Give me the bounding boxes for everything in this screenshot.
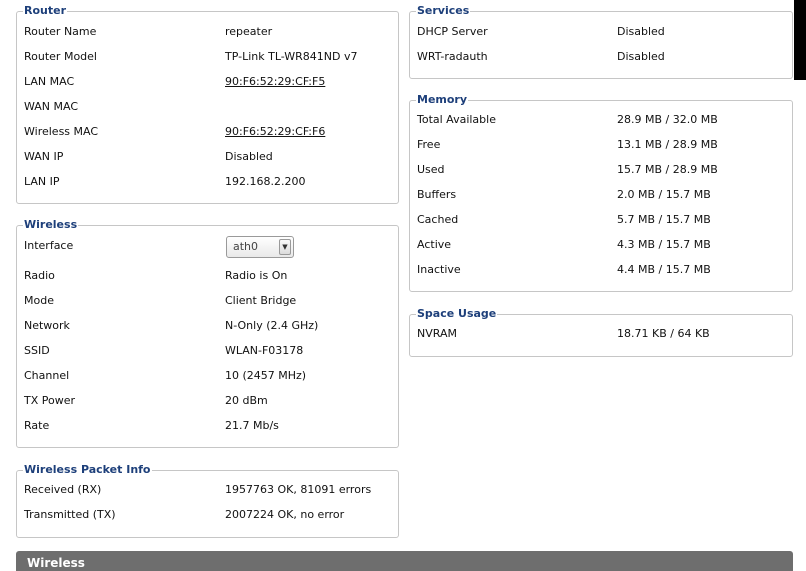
tx-power-value: 20 dBm: [225, 394, 268, 407]
router-row-wan-mac: WAN MAC: [17, 99, 398, 115]
services-legend: Services: [416, 3, 471, 19]
lan-ip-value: 192.168.2.200: [225, 175, 306, 188]
memory-row-buffers: Buffers 2.0 MB / 15.7 MB: [410, 187, 792, 203]
wireless-row-ssid: SSID WLAN-F03178: [17, 343, 398, 359]
network-label: Network: [24, 319, 70, 332]
free-label: Free: [417, 138, 441, 151]
channel-label: Channel: [24, 369, 70, 382]
memory-panel: Memory Total Available 28.9 MB / 32.0 MB…: [409, 92, 793, 292]
tx-label: Transmitted (TX): [24, 508, 116, 521]
tx-power-label: TX Power: [24, 394, 76, 407]
tx-value: 2007224 OK, no error: [225, 508, 345, 521]
used-label: Used: [417, 163, 445, 176]
chevron-down-icon[interactable]: ▼: [279, 239, 291, 255]
wireless-row-rate: Rate 21.7 Mb/s: [17, 418, 398, 434]
cached-label: Cached: [417, 213, 459, 226]
rx-value: 1957763 OK, 81091 errors: [225, 483, 372, 496]
wan-ip-label: WAN IP: [24, 150, 64, 163]
services-row-dhcp: DHCP Server Disabled: [410, 24, 792, 40]
memory-legend: Memory: [416, 92, 469, 108]
active-label: Active: [417, 238, 452, 251]
router-panel: Router Router Name repeater Router Model…: [16, 3, 399, 204]
memory-row-total: Total Available 28.9 MB / 32.0 MB: [410, 112, 792, 128]
cached-value: 5.7 MB / 15.7 MB: [617, 213, 711, 226]
nvram-label: NVRAM: [417, 327, 457, 340]
nvram-value: 18.71 KB / 64 KB: [617, 327, 710, 340]
space-row-nvram: NVRAM 18.71 KB / 64 KB: [410, 326, 792, 342]
dhcp-label: DHCP Server: [417, 25, 488, 38]
wireless-row-radio: Radio Radio is On: [17, 268, 398, 284]
packet-info-panel: Wireless Packet Info Received (RX) 19577…: [16, 462, 399, 538]
packet-info-legend: Wireless Packet Info: [23, 462, 152, 478]
wireless-row-tx-power: TX Power 20 dBm: [17, 393, 398, 409]
wireless-mac-label: Wireless MAC: [24, 125, 99, 138]
rate-label: Rate: [24, 419, 50, 432]
memory-row-free: Free 13.1 MB / 28.9 MB: [410, 137, 792, 153]
interface-select[interactable]: ath0 ▼: [226, 236, 294, 258]
page-edge-strip: [794, 0, 806, 80]
ssid-label: SSID: [24, 344, 50, 357]
packet-row-tx: Transmitted (TX) 2007224 OK, no error: [17, 507, 398, 523]
radauth-value: Disabled: [617, 50, 665, 63]
wireless-row-channel: Channel 10 (2457 MHz): [17, 368, 398, 384]
router-row-wan-ip: WAN IP Disabled: [17, 149, 398, 165]
memory-row-cached: Cached 5.7 MB / 15.7 MB: [410, 212, 792, 228]
wireless-row-interface: Interface: [17, 238, 398, 254]
active-value: 4.3 MB / 15.7 MB: [617, 238, 711, 251]
network-value: N-Only (2.4 GHz): [225, 319, 319, 332]
space-usage-legend: Space Usage: [416, 306, 498, 322]
wan-mac-label: WAN MAC: [24, 100, 79, 113]
radio-value: Radio is On: [225, 269, 288, 282]
services-panel: Services DHCP Server Disabled WRT-radaut…: [409, 3, 793, 79]
lan-mac-link[interactable]: 90:F6:52:29:CF:F5: [225, 74, 325, 90]
interface-select-value: ath0: [233, 240, 259, 253]
buffers-value: 2.0 MB / 15.7 MB: [617, 188, 711, 201]
rx-label: Received (RX): [24, 483, 102, 496]
router-row-wireless-mac: Wireless MAC 90:F6:52:29:CF:F6: [17, 124, 398, 140]
used-value: 15.7 MB / 28.9 MB: [617, 163, 718, 176]
router-name-value: repeater: [225, 25, 273, 38]
channel-value: 10 (2457 MHz): [225, 369, 307, 382]
wireless-row-mode: Mode Client Bridge: [17, 293, 398, 309]
inactive-value: 4.4 MB / 15.7 MB: [617, 263, 711, 276]
free-value: 13.1 MB / 28.9 MB: [617, 138, 718, 151]
lan-mac-label: LAN MAC: [24, 75, 75, 88]
services-row-radauth: WRT-radauth Disabled: [410, 49, 792, 65]
memory-row-active: Active 4.3 MB / 15.7 MB: [410, 237, 792, 253]
wireless-row-network: Network N-Only (2.4 GHz): [17, 318, 398, 334]
inactive-label: Inactive: [417, 263, 461, 276]
radauth-label: WRT-radauth: [417, 50, 488, 63]
wan-ip-value: Disabled: [225, 150, 273, 163]
buffers-label: Buffers: [417, 188, 457, 201]
memory-row-used: Used 15.7 MB / 28.9 MB: [410, 162, 792, 178]
memory-row-inactive: Inactive 4.4 MB / 15.7 MB: [410, 262, 792, 278]
ssid-value: WLAN-F03178: [225, 344, 304, 357]
router-model-value: TP-Link TL-WR841ND v7: [225, 50, 358, 63]
wireless-mac-link[interactable]: 90:F6:52:29:CF:F6: [225, 124, 325, 140]
mode-label: Mode: [24, 294, 54, 307]
router-legend: Router: [23, 3, 68, 19]
wireless-section-header: Wireless: [16, 551, 793, 571]
wireless-legend: Wireless: [23, 217, 79, 233]
packet-row-rx: Received (RX) 1957763 OK, 81091 errors: [17, 482, 398, 498]
router-row-model: Router Model TP-Link TL-WR841ND v7: [17, 49, 398, 65]
dhcp-value: Disabled: [617, 25, 665, 38]
router-row-name: Router Name repeater: [17, 24, 398, 40]
mode-value: Client Bridge: [225, 294, 297, 307]
router-row-lan-mac: LAN MAC 90:F6:52:29:CF:F5: [17, 74, 398, 90]
radio-label: Radio: [24, 269, 55, 282]
router-model-label: Router Model: [24, 50, 97, 63]
space-usage-panel: Space Usage NVRAM 18.71 KB / 64 KB: [409, 306, 793, 357]
total-available-value: 28.9 MB / 32.0 MB: [617, 113, 718, 126]
total-available-label: Total Available: [417, 113, 496, 126]
lan-ip-label: LAN IP: [24, 175, 60, 188]
rate-value: 21.7 Mb/s: [225, 419, 279, 432]
router-row-lan-ip: LAN IP 192.168.2.200: [17, 174, 398, 190]
router-name-label: Router Name: [24, 25, 97, 38]
wireless-panel: Wireless Interface ath0 ▼ Radio Radio is…: [16, 217, 399, 448]
interface-label: Interface: [24, 239, 74, 252]
